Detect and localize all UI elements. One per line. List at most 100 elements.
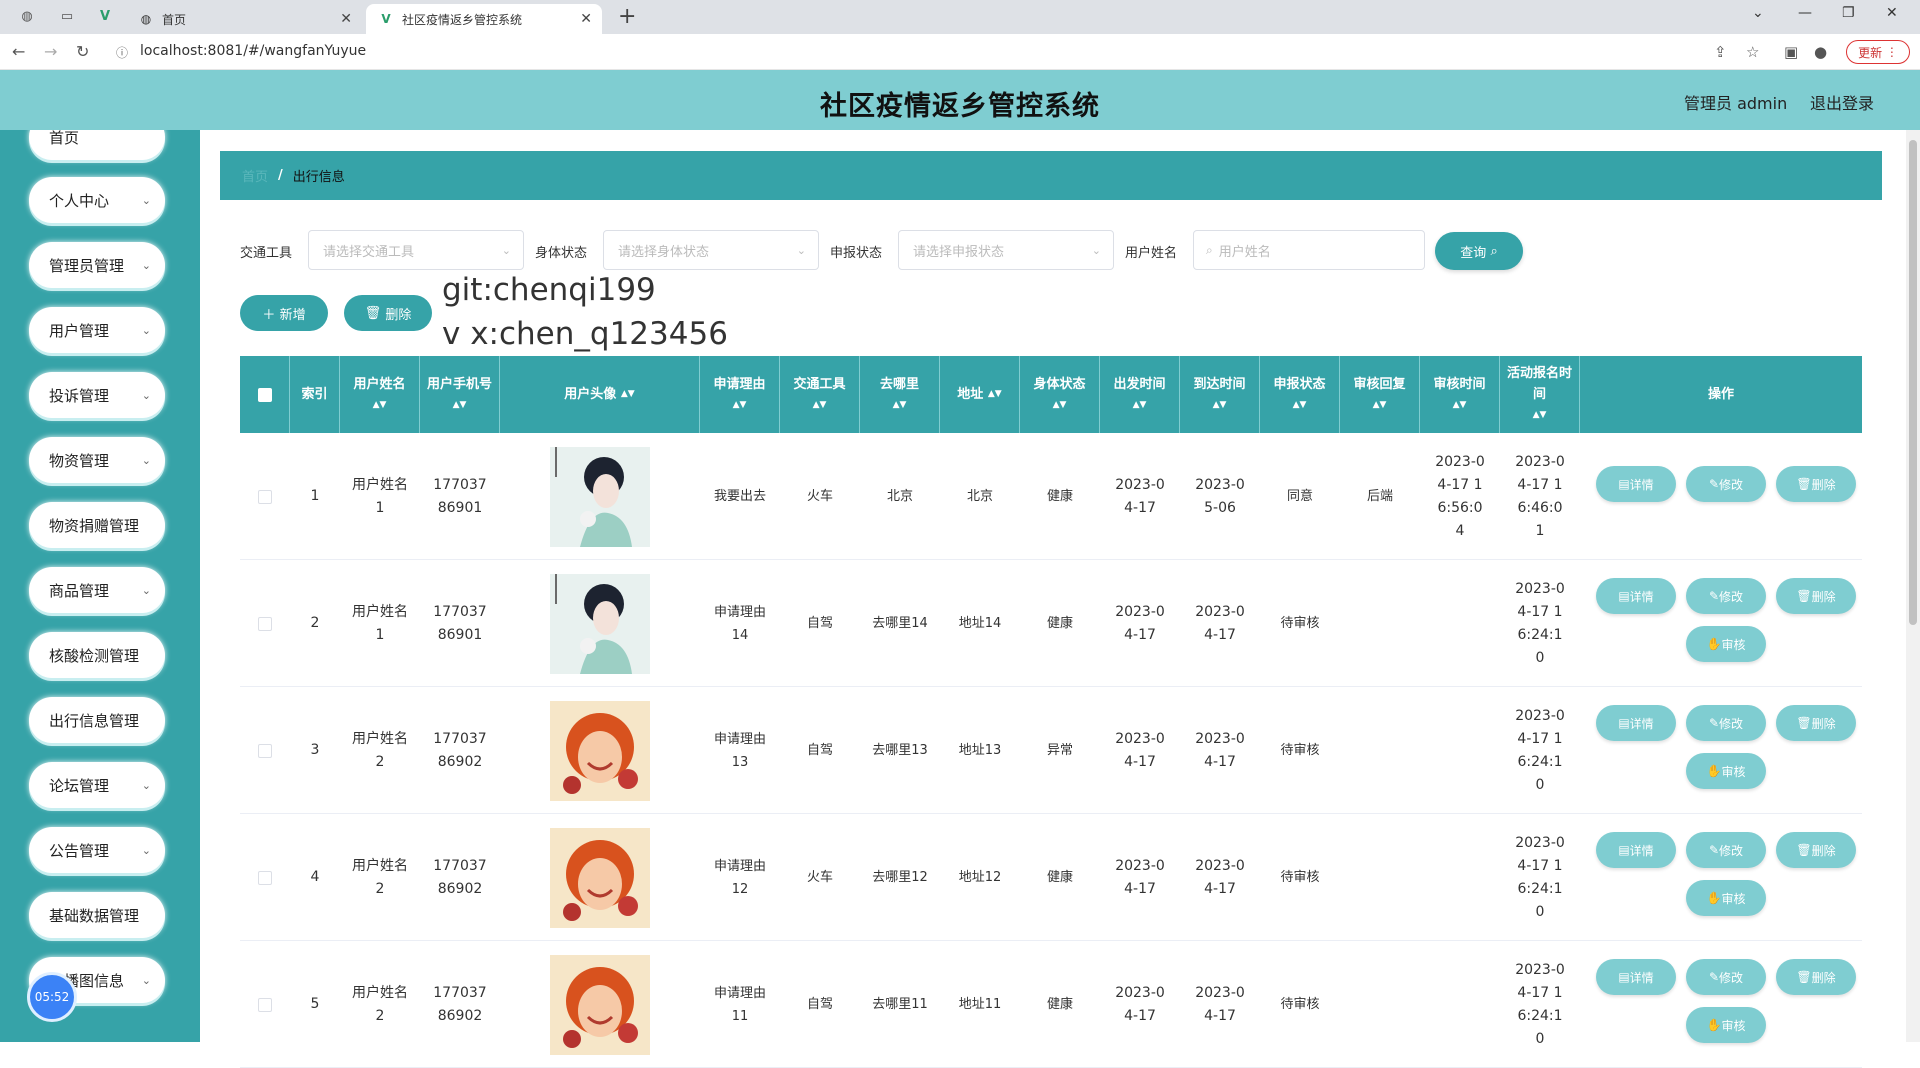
column-header[interactable]: 用户姓名 ▲▼ [340, 356, 420, 433]
column-header[interactable]: 用户手机号 ▲▼ [420, 356, 500, 433]
edit-button[interactable]: ✎ 修改 [1686, 578, 1766, 614]
sort-icon[interactable]: ▲▼ [1213, 395, 1227, 416]
back-icon[interactable]: ← [12, 42, 25, 61]
sort-icon[interactable]: ▲▼ [1373, 395, 1387, 416]
sort-icon[interactable]: ▲▼ [813, 395, 827, 416]
restore-icon[interactable]: ❐ [1842, 5, 1855, 21]
scrollbar-thumb[interactable] [1909, 140, 1917, 625]
review-button[interactable]: ✋ 审核 [1686, 1007, 1766, 1043]
column-header[interactable]: 用户头像 ▲▼ [500, 356, 700, 433]
detail-button[interactable]: ▤ 详情 [1596, 832, 1676, 868]
delete-button[interactable]: 🗑 删除 [1776, 466, 1856, 502]
select-all-checkbox[interactable] [240, 356, 290, 433]
row-checkbox[interactable] [258, 616, 272, 631]
sidebar-item-users[interactable]: 用户管理 ⌄ [29, 307, 165, 353]
logout-link[interactable]: 退出登录 [1810, 90, 1874, 114]
detail-button[interactable]: ▤ 详情 [1596, 578, 1676, 614]
review-button[interactable]: ✋ 审核 [1686, 626, 1766, 662]
tab-system[interactable]: V 社区疫情返乡管控系统 ✕ [366, 4, 602, 34]
sidebar-item-forum[interactable]: 论坛管理 ⌄ [29, 762, 165, 808]
star-icon[interactable]: ☆ [1746, 43, 1759, 61]
row-checkbox[interactable] [258, 743, 272, 758]
column-header[interactable]: 到达时间 ▲▼ [1180, 356, 1260, 433]
review-button[interactable]: ✋ 审核 [1686, 880, 1766, 916]
transport-select[interactable]: 请选择交通工具 ⌄ [308, 230, 524, 270]
breadcrumb-home[interactable]: 首页 [242, 166, 268, 185]
add-button[interactable]: ＋ 新增 [240, 295, 328, 331]
url-input[interactable]: localhost:8081/#/wangfanYuyue [140, 43, 366, 59]
detail-button[interactable]: ▤ 详情 [1596, 705, 1676, 741]
blank-page-icon[interactable]: ▭ [58, 7, 76, 25]
close-icon[interactable]: ✕ [580, 11, 592, 27]
sidebar-item-nucleic-test[interactable]: 核酸检测管理 [29, 632, 165, 678]
reload-icon[interactable]: ↻ [76, 42, 89, 61]
edit-button[interactable]: ✎ 修改 [1686, 466, 1766, 502]
sort-icon[interactable]: ▲▼ [1453, 395, 1467, 416]
minimize-icon[interactable]: — [1798, 5, 1812, 21]
sort-icon[interactable]: ▲▼ [893, 395, 907, 416]
sort-icon[interactable]: ▲▼ [733, 395, 747, 416]
sidebar-item-donations[interactable]: 物资捐赠管理 [29, 502, 165, 548]
sort-icon[interactable]: ▲▼ [373, 395, 387, 416]
close-icon[interactable]: ✕ [1886, 5, 1898, 21]
column-header[interactable]: 去哪里 ▲▼ [860, 356, 940, 433]
update-button[interactable]: 更新 ⋮ [1846, 40, 1910, 64]
chevron-down-icon[interactable]: ⌄ [1752, 5, 1764, 21]
profile-icon[interactable]: ● [1814, 43, 1827, 61]
sidebar-item-complaints[interactable]: 投诉管理 ⌄ [29, 372, 165, 418]
column-header[interactable]: 地址 ▲▼ [940, 356, 1020, 433]
column-header[interactable]: 申请理由 ▲▼ [700, 356, 780, 433]
sidebar-item-supplies[interactable]: 物资管理 ⌄ [29, 437, 165, 483]
column-header[interactable]: 活动报名时间 ▲▼ [1500, 356, 1580, 433]
sort-icon[interactable]: ▲▼ [988, 384, 1002, 405]
report-status-select[interactable]: 请选择申报状态 ⌄ [898, 230, 1114, 270]
edit-button[interactable]: ✎ 修改 [1686, 959, 1766, 995]
edit-button[interactable]: ✎ 修改 [1686, 832, 1766, 868]
column-header[interactable]: 出发时间 ▲▼ [1100, 356, 1180, 433]
new-tab-button[interactable]: + [618, 4, 636, 29]
row-checkbox[interactable] [258, 997, 272, 1012]
sidebar-item-travel-info[interactable]: 出行信息管理 [29, 697, 165, 743]
delete-button[interactable]: 🗑 删除 [1776, 578, 1856, 614]
edit-button[interactable]: ✎ 修改 [1686, 705, 1766, 741]
page-scrollbar[interactable] [1906, 130, 1920, 1042]
detail-button[interactable]: ▤ 详情 [1596, 466, 1676, 502]
close-icon[interactable]: ✕ [340, 11, 352, 27]
delete-button[interactable]: 🗑 删除 [1776, 705, 1856, 741]
sort-icon[interactable]: ▲▼ [621, 384, 635, 405]
globe-icon[interactable]: ◍ [18, 7, 36, 25]
sidebar-item-base-data[interactable]: 基础数据管理 [29, 892, 165, 938]
share-icon[interactable]: ⇪ [1714, 43, 1727, 61]
sidebar-item-home[interactable]: 首页 [29, 130, 165, 160]
query-button[interactable]: 查询 ⌕ [1435, 232, 1523, 270]
vue-logo-icon[interactable]: V [96, 7, 114, 25]
column-header[interactable]: 交通工具 ▲▼ [780, 356, 860, 433]
delete-button[interactable]: 🗑 删除 [1776, 832, 1856, 868]
sort-icon[interactable]: ▲▼ [1053, 395, 1067, 416]
sidebar-item-personal-center[interactable]: 个人中心 ⌄ [29, 177, 165, 223]
tab-home[interactable]: ◍ 首页 ✕ [126, 4, 362, 34]
review-button[interactable]: ✋ 审核 [1686, 753, 1766, 789]
row-checkbox[interactable] [258, 489, 272, 504]
sidebar-item-notices[interactable]: 公告管理 ⌄ [29, 827, 165, 873]
column-header[interactable]: 审核时间 ▲▼ [1420, 356, 1500, 433]
detail-button[interactable]: ▤ 详情 [1596, 959, 1676, 995]
column-header[interactable]: 审核回复 ▲▼ [1340, 356, 1420, 433]
column-header[interactable]: 身体状态 ▲▼ [1020, 356, 1100, 433]
column-header[interactable]: 申报状态 ▲▼ [1260, 356, 1340, 433]
sort-icon[interactable]: ▲▼ [1133, 395, 1147, 416]
sort-icon[interactable]: ▲▼ [1533, 405, 1547, 426]
forward-icon[interactable]: → [44, 42, 57, 61]
info-icon[interactable]: ⓘ [116, 44, 128, 61]
sidepanel-icon[interactable]: ▣ [1784, 43, 1798, 61]
cell-signup-time: 2023-04-17 16:24:10 [1500, 560, 1580, 687]
sidebar-item-products[interactable]: 商品管理 ⌄ [29, 567, 165, 613]
batch-delete-button[interactable]: 🗑 删除 [344, 295, 432, 331]
row-checkbox[interactable] [258, 870, 272, 885]
sort-icon[interactable]: ▲▼ [1293, 395, 1307, 416]
sort-icon[interactable]: ▲▼ [453, 395, 467, 416]
health-select[interactable]: 请选择身体状态 ⌄ [603, 230, 819, 270]
delete-button[interactable]: 🗑 删除 [1776, 959, 1856, 995]
username-search-input[interactable]: ⌕ 用户姓名 [1193, 230, 1425, 270]
sidebar-item-admin[interactable]: 管理员管理 ⌄ [29, 242, 165, 288]
